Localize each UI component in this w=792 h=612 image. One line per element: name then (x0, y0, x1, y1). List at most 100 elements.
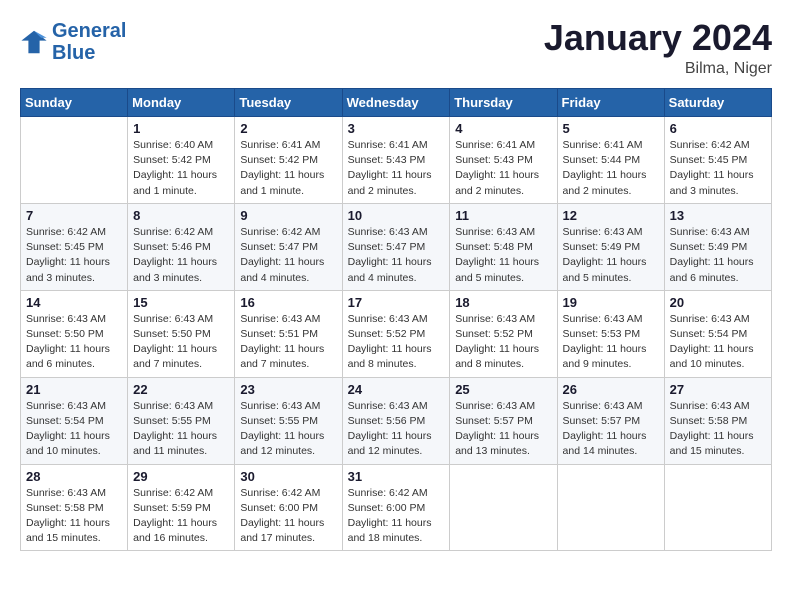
day-info: Sunrise: 6:42 AMSunset: 5:47 PMDaylight:… (240, 225, 336, 286)
day-number: 5 (563, 121, 659, 136)
calendar-cell: 29 Sunrise: 6:42 AMSunset: 5:59 PMDayligh… (128, 464, 235, 551)
day-info: Sunrise: 6:41 AMSunset: 5:43 PMDaylight:… (455, 138, 551, 199)
day-number: 18 (455, 295, 551, 310)
day-info: Sunrise: 6:41 AMSunset: 5:42 PMDaylight:… (240, 138, 336, 199)
calendar-cell: 5 Sunrise: 6:41 AMSunset: 5:44 PMDaylight… (557, 117, 664, 204)
weekday-header-row: SundayMondayTuesdayWednesdayThursdayFrid… (21, 89, 772, 117)
day-number: 15 (133, 295, 229, 310)
calendar-subtitle: Bilma, Niger (544, 60, 772, 78)
page-header: General Blue January 2024 Bilma, Niger (20, 20, 772, 78)
day-info: Sunrise: 6:43 AMSunset: 5:55 PMDaylight:… (240, 399, 336, 460)
logo-text: General Blue (52, 20, 126, 64)
day-number: 29 (133, 469, 229, 484)
calendar-week-row: 28 Sunrise: 6:43 AMSunset: 5:58 PMDayligh… (21, 464, 772, 551)
day-info: Sunrise: 6:43 AMSunset: 5:58 PMDaylight:… (670, 399, 766, 460)
day-info: Sunrise: 6:42 AMSunset: 5:59 PMDaylight:… (133, 486, 229, 547)
calendar-cell: 26 Sunrise: 6:43 AMSunset: 5:57 PMDayligh… (557, 377, 664, 464)
logo-bird-icon (20, 28, 48, 56)
calendar-cell: 24 Sunrise: 6:43 AMSunset: 5:56 PMDayligh… (342, 377, 450, 464)
day-number: 2 (240, 121, 336, 136)
calendar-cell: 22Sunrise: 6:43 AMSunset: 5:55 PMDayligh… (128, 377, 235, 464)
day-info: Sunrise: 6:42 AMSunset: 5:45 PMDaylight:… (670, 138, 766, 199)
title-block: January 2024 Bilma, Niger (544, 20, 772, 78)
day-info: Sunrise: 6:43 AMSunset: 5:49 PMDaylight:… (670, 225, 766, 286)
day-number: 27 (670, 382, 766, 397)
day-info: Sunrise: 6:43 AMSunset: 5:52 PMDaylight:… (455, 312, 551, 373)
day-number: 7 (26, 208, 122, 223)
calendar-week-row: 21Sunrise: 6:43 AMSunset: 5:54 PMDayligh… (21, 377, 772, 464)
day-info: Sunrise: 6:43 AMSunset: 5:54 PMDaylight:… (26, 399, 122, 460)
day-info: Sunrise: 6:43 AMSunset: 5:54 PMDaylight:… (670, 312, 766, 373)
calendar-week-row: 1Sunrise: 6:40 AMSunset: 5:42 PMDaylight… (21, 117, 772, 204)
day-number: 24 (348, 382, 445, 397)
day-number: 9 (240, 208, 336, 223)
day-number: 1 (133, 121, 229, 136)
day-number: 4 (455, 121, 551, 136)
day-number: 14 (26, 295, 122, 310)
day-number: 13 (670, 208, 766, 223)
calendar-cell: 3Sunrise: 6:41 AMSunset: 5:43 PMDaylight… (342, 117, 450, 204)
day-number: 12 (563, 208, 659, 223)
calendar-cell: 17Sunrise: 6:43 AMSunset: 5:52 PMDayligh… (342, 290, 450, 377)
calendar-table: SundayMondayTuesdayWednesdayThursdayFrid… (20, 88, 772, 551)
day-number: 30 (240, 469, 336, 484)
day-info: Sunrise: 6:41 AMSunset: 5:44 PMDaylight:… (563, 138, 659, 199)
weekday-header-friday: Friday (557, 89, 664, 117)
day-number: 20 (670, 295, 766, 310)
weekday-header-tuesday: Tuesday (235, 89, 342, 117)
day-number: 26 (563, 382, 659, 397)
calendar-cell: 6 Sunrise: 6:42 AMSunset: 5:45 PMDaylight… (664, 117, 771, 204)
day-info: Sunrise: 6:43 AMSunset: 5:55 PMDaylight:… (133, 399, 229, 460)
day-info: Sunrise: 6:43 AMSunset: 5:50 PMDaylight:… (26, 312, 122, 373)
calendar-cell: 1Sunrise: 6:40 AMSunset: 5:42 PMDaylight… (128, 117, 235, 204)
day-info: Sunrise: 6:43 AMSunset: 5:58 PMDaylight:… (26, 486, 122, 547)
day-info: Sunrise: 6:42 AMSunset: 6:00 PMDaylight:… (348, 486, 445, 547)
weekday-header-sunday: Sunday (21, 89, 128, 117)
calendar-cell: 8Sunrise: 6:42 AMSunset: 5:46 PMDaylight… (128, 203, 235, 290)
calendar-cell (450, 464, 557, 551)
calendar-cell: 23 Sunrise: 6:43 AMSunset: 5:55 PMDayligh… (235, 377, 342, 464)
calendar-cell: 18 Sunrise: 6:43 AMSunset: 5:52 PMDayligh… (450, 290, 557, 377)
calendar-cell: 30 Sunrise: 6:42 AMSunset: 6:00 PMDayligh… (235, 464, 342, 551)
calendar-cell: 12 Sunrise: 6:43 AMSunset: 5:49 PMDayligh… (557, 203, 664, 290)
day-info: Sunrise: 6:43 AMSunset: 5:52 PMDaylight:… (348, 312, 445, 373)
calendar-cell: 14 Sunrise: 6:43 AMSunset: 5:50 PMDayligh… (21, 290, 128, 377)
calendar-title: January 2024 (544, 20, 772, 56)
weekday-header-saturday: Saturday (664, 89, 771, 117)
weekday-header-wednesday: Wednesday (342, 89, 450, 117)
calendar-cell: 20 Sunrise: 6:43 AMSunset: 5:54 PMDayligh… (664, 290, 771, 377)
day-number: 23 (240, 382, 336, 397)
day-number: 28 (26, 469, 122, 484)
day-number: 16 (240, 295, 336, 310)
calendar-cell: 15 Sunrise: 6:43 AMSunset: 5:50 PMDayligh… (128, 290, 235, 377)
calendar-cell: 19 Sunrise: 6:43 AMSunset: 5:53 PMDayligh… (557, 290, 664, 377)
calendar-cell: 9 Sunrise: 6:42 AMSunset: 5:47 PMDaylight… (235, 203, 342, 290)
calendar-cell: 4 Sunrise: 6:41 AMSunset: 5:43 PMDaylight… (450, 117, 557, 204)
day-info: Sunrise: 6:42 AMSunset: 6:00 PMDaylight:… (240, 486, 336, 547)
calendar-cell: 11Sunrise: 6:43 AMSunset: 5:48 PMDayligh… (450, 203, 557, 290)
day-number: 19 (563, 295, 659, 310)
day-info: Sunrise: 6:43 AMSunset: 5:56 PMDaylight:… (348, 399, 445, 460)
day-info: Sunrise: 6:43 AMSunset: 5:49 PMDaylight:… (563, 225, 659, 286)
calendar-cell: 31 Sunrise: 6:42 AMSunset: 6:00 PMDayligh… (342, 464, 450, 551)
day-number: 10 (348, 208, 445, 223)
day-info: Sunrise: 6:43 AMSunset: 5:57 PMDaylight:… (563, 399, 659, 460)
day-info: Sunrise: 6:43 AMSunset: 5:57 PMDaylight:… (455, 399, 551, 460)
calendar-week-row: 7Sunrise: 6:42 AMSunset: 5:45 PMDaylight… (21, 203, 772, 290)
calendar-cell: 28 Sunrise: 6:43 AMSunset: 5:58 PMDayligh… (21, 464, 128, 551)
calendar-cell (664, 464, 771, 551)
calendar-cell: 16Sunrise: 6:43 AMSunset: 5:51 PMDayligh… (235, 290, 342, 377)
weekday-header-thursday: Thursday (450, 89, 557, 117)
calendar-week-row: 14 Sunrise: 6:43 AMSunset: 5:50 PMDayligh… (21, 290, 772, 377)
calendar-cell: 25Sunrise: 6:43 AMSunset: 5:57 PMDayligh… (450, 377, 557, 464)
day-number: 6 (670, 121, 766, 136)
day-info: Sunrise: 6:43 AMSunset: 5:53 PMDaylight:… (563, 312, 659, 373)
day-info: Sunrise: 6:43 AMSunset: 5:47 PMDaylight:… (348, 225, 445, 286)
day-info: Sunrise: 6:43 AMSunset: 5:48 PMDaylight:… (455, 225, 551, 286)
weekday-header-monday: Monday (128, 89, 235, 117)
day-info: Sunrise: 6:43 AMSunset: 5:50 PMDaylight:… (133, 312, 229, 373)
day-info: Sunrise: 6:42 AMSunset: 5:46 PMDaylight:… (133, 225, 229, 286)
calendar-cell (557, 464, 664, 551)
day-number: 3 (348, 121, 445, 136)
day-number: 31 (348, 469, 445, 484)
